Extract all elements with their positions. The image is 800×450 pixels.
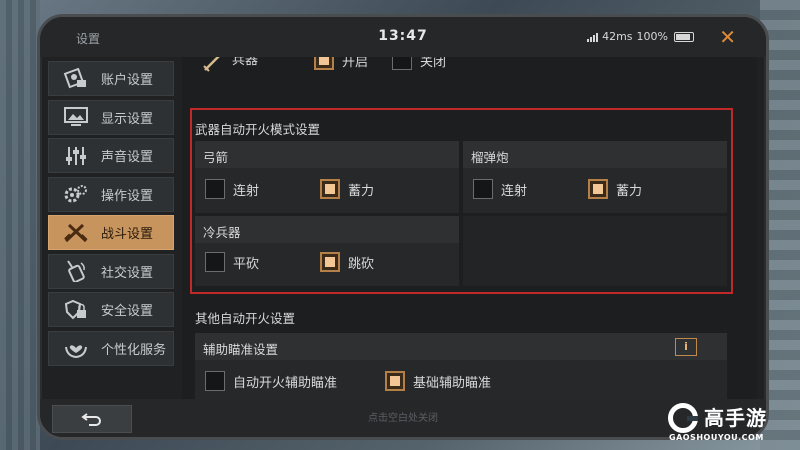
toggle-on-option[interactable]: 开启 xyxy=(314,57,368,70)
settings-window: 设置 13:47 42ms 100% ✕ 账户设置 显示设置 声音设置 操作设置… xyxy=(37,14,769,440)
settings-content[interactable]: 兵器 开启 关闭 武器自动开火模式设置 弓箭 连射 蓄力 榴弹炮 连射 蓄力 冷… xyxy=(182,57,757,413)
sidebar-item-social[interactable]: 社交设置 xyxy=(48,253,174,289)
battery-text: 100% xyxy=(636,30,668,43)
option-label: 基础辅助瞄准 xyxy=(413,375,492,391)
window-title: 设置 xyxy=(76,32,101,46)
title-bar: 设置 13:47 42ms 100% ✕ xyxy=(40,17,766,57)
checkbox[interactable] xyxy=(205,371,225,391)
basic-aim-assist-option[interactable]: 基础辅助瞄准 xyxy=(385,371,491,391)
aim-assist-panel: 辅助瞄准设置 i 自动开火辅助瞄准 基础辅助瞄准 xyxy=(195,333,727,401)
sound-sliders-icon xyxy=(61,144,91,168)
auto-fire-aim-assist-option[interactable]: 自动开火辅助瞄准 xyxy=(205,371,337,391)
sidebar-item-account[interactable]: 账户设置 xyxy=(48,61,174,96)
partial-row-label: 兵器 xyxy=(232,57,259,68)
sidebar-item-label: 声音设置 xyxy=(101,150,154,165)
sidebar-item-label: 社交设置 xyxy=(101,265,154,281)
close-icon[interactable]: ✕ xyxy=(719,25,736,49)
watermark-domain: GAOSHOUYOU.COM xyxy=(669,433,764,442)
watermark-brand: 高手游 xyxy=(704,406,767,430)
sidebar-item-sound[interactable]: 声音设置 xyxy=(48,138,174,173)
sidebar-item-label: 个性化服务 xyxy=(101,342,167,358)
sidebar-item-personalization[interactable]: 个性化服务 xyxy=(48,330,174,366)
toggle-off-option[interactable]: 关闭 xyxy=(392,57,446,70)
crossed-weapons-icon xyxy=(61,221,91,245)
sidebar-item-label: 战斗设置 xyxy=(101,227,154,242)
battery-icon xyxy=(674,31,694,42)
info-icon[interactable]: i xyxy=(675,338,697,356)
checkbox[interactable] xyxy=(314,57,334,70)
heart-hands-icon xyxy=(61,336,91,360)
sidebar-item-security[interactable]: 安全设置 xyxy=(48,292,174,327)
sidebar-item-controls[interactable]: 操作设置 xyxy=(48,176,174,212)
highlight-box xyxy=(190,108,733,294)
checkbox[interactable] xyxy=(392,57,412,70)
sidebar-item-combat[interactable]: 战斗设置 xyxy=(48,215,174,250)
signal-icon xyxy=(587,32,599,42)
panel-header: 辅助瞄准设置 i xyxy=(195,333,727,360)
option-label: 自动开火辅助瞄准 xyxy=(233,375,338,391)
bottom-bar: 点击空白处关闭 xyxy=(40,399,766,437)
melee-weapon-icon xyxy=(203,57,220,72)
display-icon xyxy=(61,105,91,129)
sidebar: 账户设置 显示设置 声音设置 操作设置 战斗设置 社交设置 安全设置 个性化服务 xyxy=(48,61,174,369)
sidebar-item-label: 操作设置 xyxy=(101,188,154,204)
sidebar-item-label: 显示设置 xyxy=(101,111,154,127)
option-label: 关闭 xyxy=(420,57,447,70)
weapon-toggle-row-partial: 兵器 开启 关闭 xyxy=(182,57,742,77)
walkie-talkie-icon xyxy=(61,259,91,283)
status-area: 42ms 100% xyxy=(587,30,694,43)
close-hint: 点击空白处关闭 xyxy=(368,413,438,424)
account-icon xyxy=(61,67,91,91)
sidebar-item-label: 账户设置 xyxy=(101,73,154,88)
checkbox[interactable] xyxy=(385,371,405,391)
sidebar-item-label: 安全设置 xyxy=(101,304,154,319)
logo-g-icon xyxy=(668,403,698,433)
watermark-logo: 高手游 GAOSHOUYOU.COM xyxy=(666,402,790,444)
gears-icon xyxy=(61,182,91,206)
ping-text: 42ms xyxy=(602,30,633,43)
aim-assist-title: 辅助瞄准设置 xyxy=(203,342,279,357)
sidebar-item-display[interactable]: 显示设置 xyxy=(48,99,174,135)
option-label: 开启 xyxy=(342,57,369,70)
background-left xyxy=(0,0,40,450)
other-section-title: 其他自动开火设置 xyxy=(195,311,296,326)
shield-lock-icon xyxy=(61,298,91,322)
